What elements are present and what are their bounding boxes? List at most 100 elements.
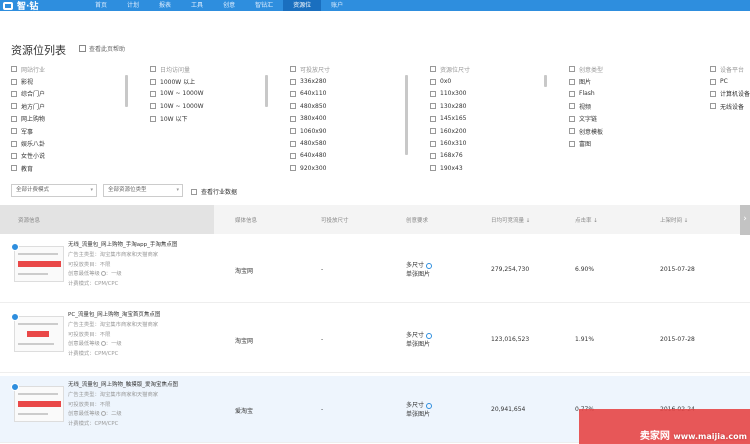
filter-header: 设备平台 (720, 66, 745, 74)
question-icon[interactable] (100, 411, 106, 417)
filter-option: 地方门户 (21, 103, 46, 111)
checkbox[interactable] (710, 103, 716, 110)
checkbox[interactable] (290, 103, 296, 110)
nav-creative[interactable]: 创意 (213, 0, 245, 11)
size-cell: - (321, 266, 324, 273)
checkbox[interactable] (569, 90, 575, 97)
col-ctr[interactable]: 点击率 ↓ (575, 216, 598, 224)
filter-option: PC (720, 78, 728, 86)
checkbox[interactable] (569, 78, 575, 85)
checkbox[interactable] (430, 103, 436, 110)
resource-thumbnail[interactable] (11, 383, 64, 422)
checkbox[interactable] (430, 78, 436, 85)
nav-report[interactable]: 报表 (149, 0, 181, 11)
checkbox[interactable] (569, 103, 575, 110)
checkbox[interactable] (150, 115, 156, 122)
resource-name[interactable]: 无线_流量包_网上购物_触摸版_爱淘宝焦点图 (68, 381, 178, 391)
nav-zhizuanhui[interactable]: 智钻汇 (245, 0, 283, 11)
nav-resources[interactable]: 资源位 (283, 0, 322, 11)
filter-device: 设备平台 PC 计算机设备 无线设备 (710, 63, 750, 113)
checkbox[interactable] (11, 78, 17, 85)
resource-name[interactable]: PC_流量包_网上购物_淘宝首页焦点图 (68, 311, 160, 321)
checkbox[interactable] (11, 140, 17, 147)
nav-home[interactable]: 首页 (85, 0, 117, 11)
checkbox[interactable] (11, 66, 17, 73)
resource-thumbnail[interactable] (11, 313, 64, 352)
checkbox[interactable] (290, 152, 296, 159)
checkbox[interactable] (11, 128, 17, 135)
checkbox[interactable] (430, 115, 436, 122)
checkbox[interactable] (710, 90, 716, 97)
checkbox[interactable] (150, 78, 156, 85)
question-icon[interactable] (100, 341, 106, 347)
checkbox[interactable] (290, 128, 296, 135)
checkbox[interactable] (430, 90, 436, 97)
checkbox[interactable] (569, 128, 575, 135)
filter-option: 1000W 以上 (160, 79, 196, 87)
checkbox[interactable] (150, 90, 156, 97)
checkbox[interactable] (430, 165, 436, 172)
checkbox[interactable] (11, 115, 17, 122)
table-row[interactable]: 无线_流量包_网上购物_手淘app_手淘焦点图 广告主类型：淘宝集市商家和天猫商… (0, 236, 750, 303)
info-icon[interactable] (426, 402, 433, 409)
scroll-right-button[interactable]: › (740, 205, 750, 235)
filter-option: 0x0 (440, 78, 452, 86)
checkbox[interactable] (569, 66, 575, 73)
filter-option: 文字链 (579, 116, 598, 124)
info-icon[interactable] (426, 262, 433, 269)
media-cell: 爱淘宝 (235, 408, 254, 415)
checkbox[interactable] (430, 140, 436, 147)
help-link[interactable]: 查看此页帮助 (79, 44, 125, 53)
brand-logo[interactable]: 智·钻 (3, 0, 85, 12)
checkbox[interactable] (430, 152, 436, 159)
checkbox[interactable] (430, 128, 436, 135)
table-row[interactable]: PC_流量包_网上购物_淘宝首页焦点图 广告主类型：淘宝集市商家和天猫商家 可投… (0, 306, 750, 373)
scrollbar[interactable] (544, 75, 547, 87)
resource-name[interactable]: 无线_流量包_网上购物_手淘app_手淘焦点图 (68, 241, 177, 251)
category: 可投放类目：不限 (68, 401, 111, 408)
checkbox[interactable] (290, 66, 296, 73)
checkbox[interactable] (710, 66, 716, 73)
restype-select[interactable]: 全部资源位类型 ▾ (103, 184, 183, 197)
checkbox[interactable] (569, 115, 575, 122)
question-icon[interactable] (100, 271, 106, 277)
checkbox[interactable] (290, 90, 296, 97)
industry-data-toggle[interactable]: 查看行业数据 (191, 187, 237, 196)
info-icon[interactable] (426, 332, 433, 339)
checkbox[interactable] (11, 165, 17, 172)
nav-tools[interactable]: 工具 (181, 0, 213, 11)
checkbox[interactable] (290, 140, 296, 147)
scrollbar[interactable] (265, 75, 268, 107)
filter-option: 10W 以下 (160, 116, 188, 124)
checkbox[interactable] (430, 66, 436, 73)
filter-size: 可投放尺寸 336x280 640x110 480x850 380x400 10… (290, 63, 330, 175)
checkbox[interactable] (290, 165, 296, 172)
checkbox[interactable] (150, 66, 156, 73)
nav-account[interactable]: 账户 (321, 0, 353, 11)
resource-thumbnail[interactable] (11, 243, 64, 282)
creative-level-label: 创意最低等级 (68, 341, 100, 348)
checkbox[interactable] (290, 78, 296, 85)
col-traffic[interactable]: 日均可竞流量 ↓ (491, 216, 530, 224)
checkbox[interactable] (191, 188, 197, 195)
traffic-cell: 123,016,523 (491, 336, 530, 343)
mobile-badge-icon (11, 383, 19, 391)
col-date[interactable]: 上架时间 ↓ (660, 216, 688, 224)
checkbox[interactable] (11, 152, 17, 159)
billing-select[interactable]: 全部计费模式 ▾ (11, 184, 97, 197)
checkbox[interactable] (150, 103, 156, 110)
filter-option: 380x400 (300, 115, 327, 123)
thumb-line (18, 413, 48, 415)
checkbox[interactable] (11, 90, 17, 97)
checkbox[interactable] (11, 103, 17, 110)
filter-option: 富图 (579, 141, 592, 149)
table-header: 资源信息 媒体信息 可投放尺寸 创意要求 日均可竞流量 ↓ 点击率 ↓ 上架时间… (0, 205, 750, 234)
filter-header: 创意类型 (579, 66, 604, 74)
scrollbar[interactable] (125, 75, 128, 107)
checkbox[interactable] (569, 140, 575, 147)
scrollbar[interactable] (405, 75, 408, 155)
checkbox[interactable] (290, 115, 296, 122)
resource-info: PC_流量包_网上购物_淘宝首页焦点图 广告主类型：淘宝集市商家和天猫商家 可投… (68, 311, 160, 360)
checkbox[interactable] (710, 78, 716, 85)
nav-plan[interactable]: 计划 (117, 0, 149, 11)
